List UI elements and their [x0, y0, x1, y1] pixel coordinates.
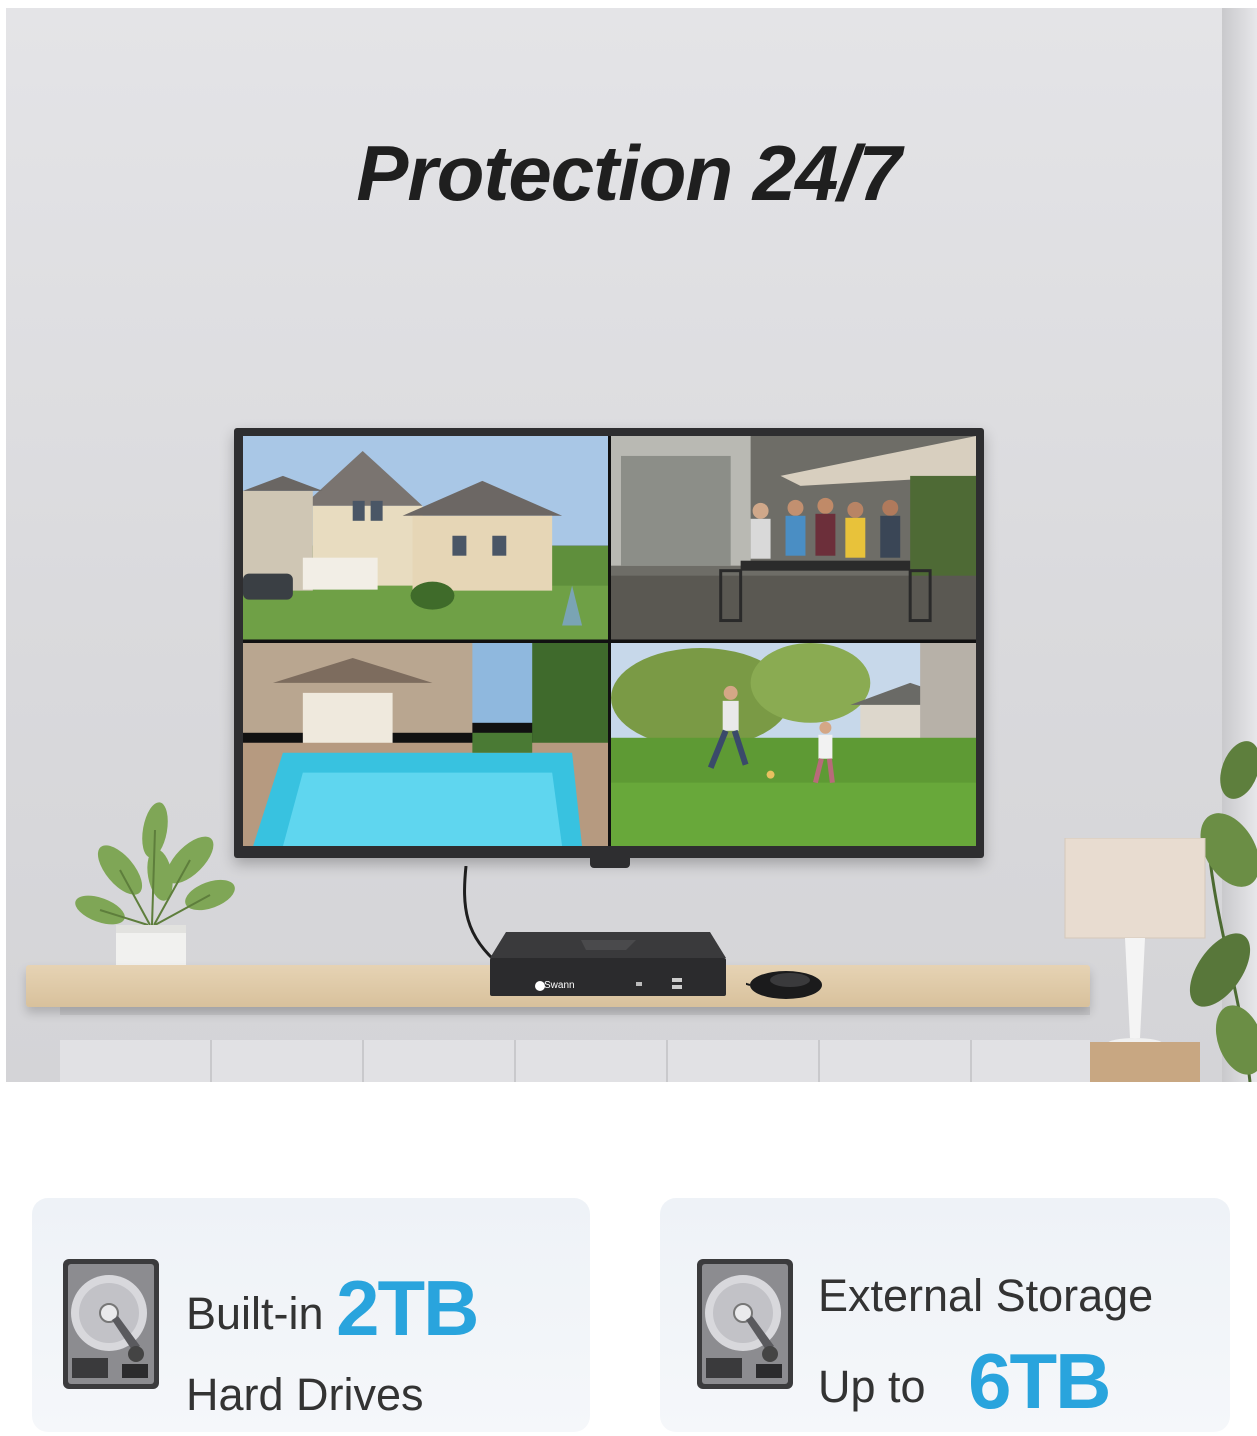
feature-line1-prefix: Built-in	[186, 1288, 324, 1339]
camera-feed-pool	[243, 642, 608, 846]
camera-grid	[243, 436, 976, 846]
wall-tv	[234, 428, 984, 858]
feature-card-external-storage: External Storage Up to 6TB	[660, 1198, 1230, 1432]
feature-card-built-in-storage: Built-in 2TB Hard Drives	[32, 1198, 590, 1432]
feature-line2: Hard Drives	[186, 1369, 424, 1421]
feature-text-built-in: Built-in 2TB Hard Drives	[186, 1254, 479, 1426]
feature-text-external: External Storage Up to 6TB	[818, 1264, 1153, 1436]
camera-feed-house	[243, 436, 608, 640]
nvr-brand-label: Swann	[544, 980, 575, 991]
hard-drive-icon	[697, 1259, 793, 1389]
feature-accent-6tb: 6TB	[968, 1337, 1111, 1425]
feature-line1: External Storage	[818, 1270, 1154, 1321]
headline: Protection 24/7	[356, 129, 901, 217]
wall-paneling	[60, 1040, 1090, 1082]
feature-accent-2tb: 2TB	[336, 1264, 479, 1352]
computer-mouse	[746, 971, 822, 999]
feature-line2-prefix: Up to	[818, 1361, 926, 1412]
nvr-recorder	[490, 932, 726, 996]
camera-feed-yard	[611, 642, 976, 846]
camera-feed-patio	[611, 436, 976, 640]
shelf-shadow	[60, 1007, 1090, 1015]
hard-drive-icon	[63, 1259, 159, 1389]
tv-bottom-notch	[590, 858, 630, 868]
